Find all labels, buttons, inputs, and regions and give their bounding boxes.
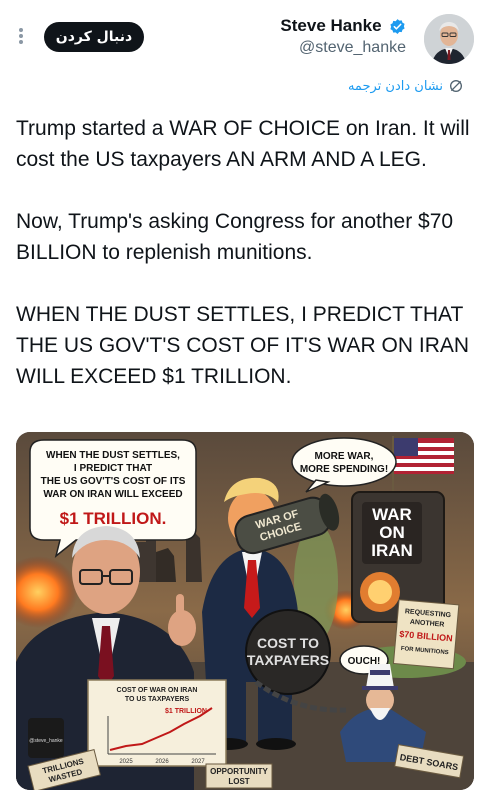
- tweet-paragraph: Now, Trump's asking Congress for another…: [16, 210, 454, 264]
- speech-bubble-text: MORE SPENDING!: [300, 464, 388, 475]
- tweet-image[interactable]: WAR ON IRAN WAR OF CHOICE MORE WAR, MORE…: [16, 432, 474, 790]
- translate-icon: [450, 80, 462, 92]
- ball-label: COST TO: [257, 635, 319, 651]
- show-translation-link[interactable]: نشان دادن ترجمه: [348, 76, 464, 96]
- cost-chart-sign: COST OF WAR ON IRAN TO US TAXPAYERS $1 T…: [87, 679, 227, 767]
- follow-button[interactable]: دنبال کردن: [44, 22, 144, 52]
- author-info[interactable]: Steve Hanke @steve_hanke: [280, 16, 406, 57]
- speech-bubble-amount: $1 TRILLION.: [60, 509, 167, 528]
- verified-badge-icon: [390, 18, 405, 34]
- tweet-text: Trump started a WAR OF CHOICE on Iran. I…: [16, 113, 476, 423]
- chart-sign-year: 2025: [119, 759, 133, 765]
- tweet-paragraph: Trump started a WAR OF CHOICE on Iran. I…: [16, 117, 470, 171]
- chart-sign-title: TO US TAXPAYERS: [125, 696, 190, 703]
- author-display-name[interactable]: Steve Hanke: [280, 16, 381, 36]
- speech-bubble-text: WAR ON IRAN WILL EXCEED: [43, 489, 182, 500]
- machine-label: IRAN: [371, 541, 413, 560]
- translate-label[interactable]: نشان دادن ترجمه: [348, 79, 443, 94]
- author-handle[interactable]: @steve_hanke: [280, 39, 406, 57]
- ball-label: TAXPAYERS: [247, 652, 329, 668]
- tweet-header: دنبال کردن Steve Hanke @steve_hanke: [0, 0, 488, 75]
- chart-sign-title: COST OF WAR ON IRAN: [117, 687, 198, 694]
- speech-bubble-text: THE US GOV'T'S COST OF ITS: [41, 476, 186, 487]
- chart-sign-year: 2026: [155, 759, 169, 765]
- more-options-icon[interactable]: [14, 26, 28, 48]
- speech-bubble-text: I PREDICT THAT: [74, 463, 152, 474]
- opportunity-sign: OPPORTUNITY: [210, 767, 268, 776]
- mug-label: @steve_hanke: [29, 738, 63, 744]
- author-avatar[interactable]: [424, 14, 474, 64]
- opportunity-sign: LOST: [228, 777, 249, 786]
- machine-label: WAR: [372, 505, 412, 524]
- machine-label: ON: [379, 523, 405, 542]
- speech-bubble-text: WHEN THE DUST SETTLES,: [46, 450, 180, 461]
- tweet-paragraph: WHEN THE DUST SETTLES, I PREDICT THAT TH…: [16, 303, 470, 388]
- chart-sign-year: 2027: [191, 759, 205, 765]
- cartoon-illustration: WAR ON IRAN WAR OF CHOICE MORE WAR, MORE…: [16, 432, 474, 790]
- speech-bubble-text: MORE WAR,: [315, 451, 374, 462]
- chart-sign-peak: $1 TRILLION: [165, 708, 207, 715]
